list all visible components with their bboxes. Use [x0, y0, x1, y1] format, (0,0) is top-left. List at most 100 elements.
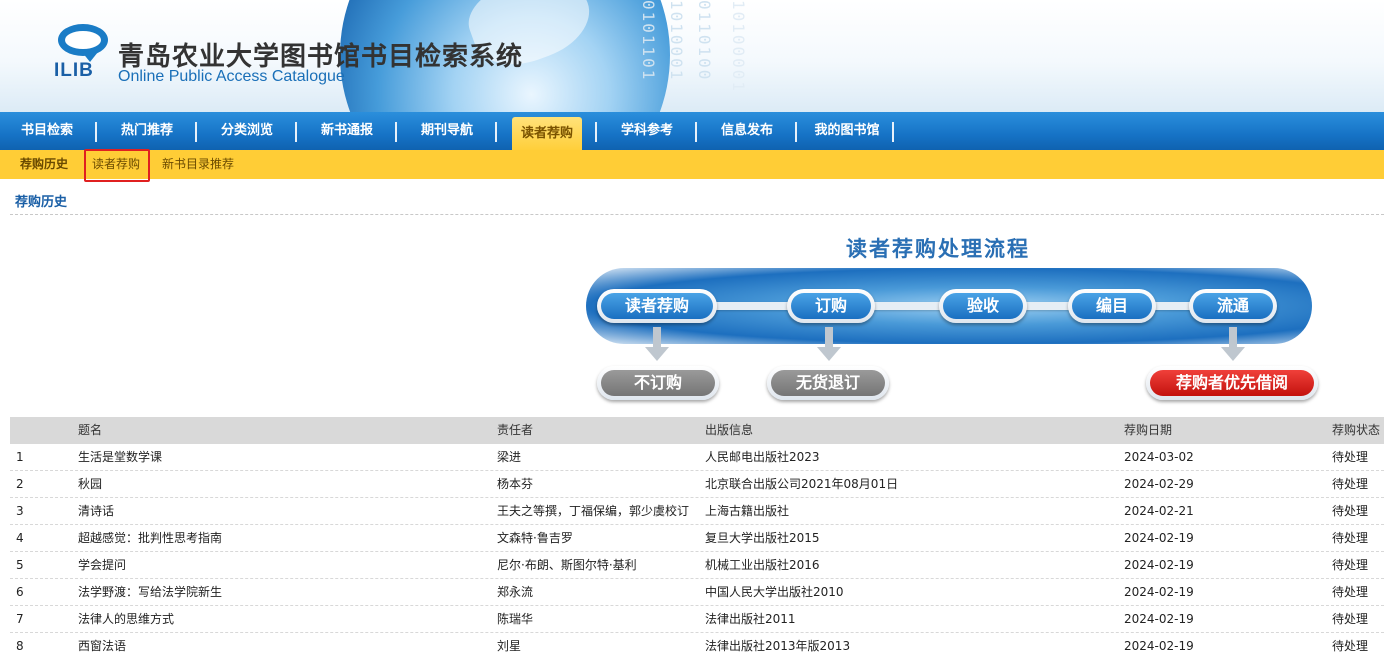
binary-decoration: 0101101	[639, 0, 658, 82]
down-arrow-icon	[645, 327, 669, 363]
row-number: 6	[16, 585, 24, 599]
row-number: 1	[16, 450, 24, 464]
row-date: 2024-02-19	[1124, 639, 1194, 653]
column-header-author: 责任者	[497, 423, 534, 437]
row-author: 尼尔·布朗、斯图尔特·基利	[497, 558, 637, 572]
row-author: 王夫之等撰，丁福保编，郭少虞校订	[497, 504, 690, 518]
table-row[interactable]: 7 法律人的思维方式 陈瑞华 法律出版社2011 2024-02-19 待处理	[10, 606, 1384, 633]
row-title: 秋园	[78, 477, 103, 491]
highlight-box	[84, 149, 150, 182]
column-header-title: 题名	[78, 423, 103, 437]
row-date: 2024-02-19	[1124, 558, 1194, 572]
row-date: 2024-03-02	[1124, 450, 1194, 464]
flow-outcome-no-order: 不订购	[597, 366, 719, 400]
sub-nav: 荐购历史 读者荐购 新书目录推荐	[0, 150, 1384, 179]
nav-item-catalog-search[interactable]: 书目检索	[10, 112, 84, 150]
row-author: 杨本芬	[497, 477, 534, 491]
row-publication: 中国人民大学出版社2010	[705, 585, 844, 599]
row-title: 清诗话	[78, 504, 115, 518]
subnav-item-recommend-history[interactable]: 荐购历史	[20, 150, 68, 179]
table-header: 题名 责任者 出版信息 荐购日期 荐购状态	[10, 417, 1384, 444]
nav-divider	[495, 122, 497, 142]
row-author: 文森特·鲁吉罗	[497, 531, 573, 545]
row-date: 2024-02-29	[1124, 477, 1194, 491]
row-author: 梁进	[497, 450, 522, 464]
row-title: 生活是堂数学课	[78, 450, 163, 464]
table-row[interactable]: 1 生活是堂数学课 梁进 人民邮电出版社2023 2024-03-02 待处理	[10, 444, 1384, 471]
nav-item-my-library[interactable]: 我的图书馆	[804, 112, 890, 150]
row-status: 待处理	[1332, 450, 1369, 464]
nav-divider	[595, 122, 597, 142]
row-date: 2024-02-19	[1124, 612, 1194, 626]
row-publication: 机械工业出版社2016	[705, 558, 820, 572]
flow-step-acceptance: 验收	[939, 289, 1027, 323]
row-author: 郑永流	[497, 585, 534, 599]
nav-divider	[195, 122, 197, 142]
down-arrow-icon	[817, 327, 841, 363]
row-status: 待处理	[1332, 612, 1369, 626]
row-status: 待处理	[1332, 477, 1369, 491]
flow-step-cataloging: 编目	[1068, 289, 1156, 323]
column-header-status: 荐购状态	[1332, 423, 1381, 437]
nav-divider	[95, 122, 97, 142]
row-status: 待处理	[1332, 585, 1369, 599]
main-nav: 书目检索 热门推荐 分类浏览 新书通报 期刊导航 读者荐购 学科参考 信息发布 …	[0, 112, 1384, 150]
row-number: 4	[16, 531, 24, 545]
ilib-logo[interactable]: ILIB	[54, 24, 110, 84]
section-divider	[10, 214, 1384, 215]
subnav-item-new-book-catalog[interactable]: 新书目录推荐	[162, 150, 234, 179]
flow-outcome-priority-borrow: 荐购者优先借阅	[1146, 366, 1318, 400]
nav-item-hot-recommend[interactable]: 热门推荐	[108, 112, 186, 150]
row-title: 西窗法语	[78, 639, 127, 653]
section-title: 荐购历史	[15, 195, 68, 210]
row-date: 2024-02-21	[1124, 504, 1194, 518]
column-header-date: 荐购日期	[1124, 423, 1173, 437]
table-row[interactable]: 4 超越感觉：批判性思考指南 文森特·鲁吉罗 复旦大学出版社2015 2024-…	[10, 525, 1384, 552]
flow-title: 读者荐购处理流程	[846, 237, 1030, 261]
nav-divider	[695, 122, 697, 142]
row-author: 刘星	[497, 639, 522, 653]
nav-item-reader-recommend[interactable]: 读者荐购	[512, 117, 582, 150]
nav-item-journal-nav[interactable]: 期刊导航	[408, 112, 486, 150]
row-publication: 人民邮电出版社2023	[705, 450, 820, 464]
flow-step-order: 订购	[787, 289, 875, 323]
column-header-publication: 出版信息	[705, 423, 754, 437]
row-number: 7	[16, 612, 24, 626]
flow-step-reader-recommend: 读者荐购	[597, 289, 717, 323]
row-publication: 法律出版社2011	[705, 612, 796, 626]
down-arrow-icon	[1221, 327, 1245, 363]
row-number: 8	[16, 639, 24, 653]
nav-divider	[892, 122, 894, 142]
table-row[interactable]: 8 西窗法语 刘星 法律出版社2013年版2013 2024-02-19 待处理	[10, 633, 1384, 660]
row-number: 5	[16, 558, 24, 572]
flow-outcome-out-of-stock: 无货退订	[767, 366, 889, 400]
nav-divider	[795, 122, 797, 142]
site-subtitle: Online Public Access Catalogue	[118, 68, 345, 85]
row-status: 待处理	[1332, 639, 1369, 653]
table-row[interactable]: 5 学会提问 尼尔·布朗、斯图尔特·基利 机械工业出版社2016 2024-02…	[10, 552, 1384, 579]
row-title: 超越感觉：批判性思考指南	[78, 531, 223, 545]
nav-item-info-release[interactable]: 信息发布	[708, 112, 786, 150]
row-publication: 北京联合出版公司2021年08月01日	[705, 477, 899, 491]
nav-divider	[295, 122, 297, 142]
nav-item-category-browse[interactable]: 分类浏览	[208, 112, 286, 150]
header-banner: 0101101 1010001 0110100 10100001 ILIB 青岛…	[0, 0, 1384, 112]
row-title: 法律人的思维方式	[78, 612, 175, 626]
row-number: 2	[16, 477, 24, 491]
row-title: 学会提问	[78, 558, 127, 572]
row-status: 待处理	[1332, 504, 1369, 518]
flow-step-circulation: 流通	[1189, 289, 1277, 323]
nav-item-new-books[interactable]: 新书通报	[308, 112, 386, 150]
row-date: 2024-02-19	[1124, 585, 1194, 599]
table-row[interactable]: 3 清诗话 王夫之等撰，丁福保编，郭少虞校订 上海古籍出版社 2024-02-2…	[10, 498, 1384, 525]
table-row[interactable]: 2 秋园 杨本芬 北京联合出版公司2021年08月01日 2024-02-29 …	[10, 471, 1384, 498]
row-publication: 复旦大学出版社2015	[705, 531, 820, 545]
nav-item-subject-reference[interactable]: 学科参考	[608, 112, 686, 150]
row-author: 陈瑞华	[497, 612, 534, 626]
row-publication: 法律出版社2013年版2013	[705, 639, 851, 653]
row-status: 待处理	[1332, 531, 1369, 545]
row-status: 待处理	[1332, 558, 1369, 572]
row-number: 3	[16, 504, 24, 518]
table-row[interactable]: 6 法学野渡：写给法学院新生 郑永流 中国人民大学出版社2010 2024-02…	[10, 579, 1384, 606]
row-title: 法学野渡：写给法学院新生	[78, 585, 223, 599]
